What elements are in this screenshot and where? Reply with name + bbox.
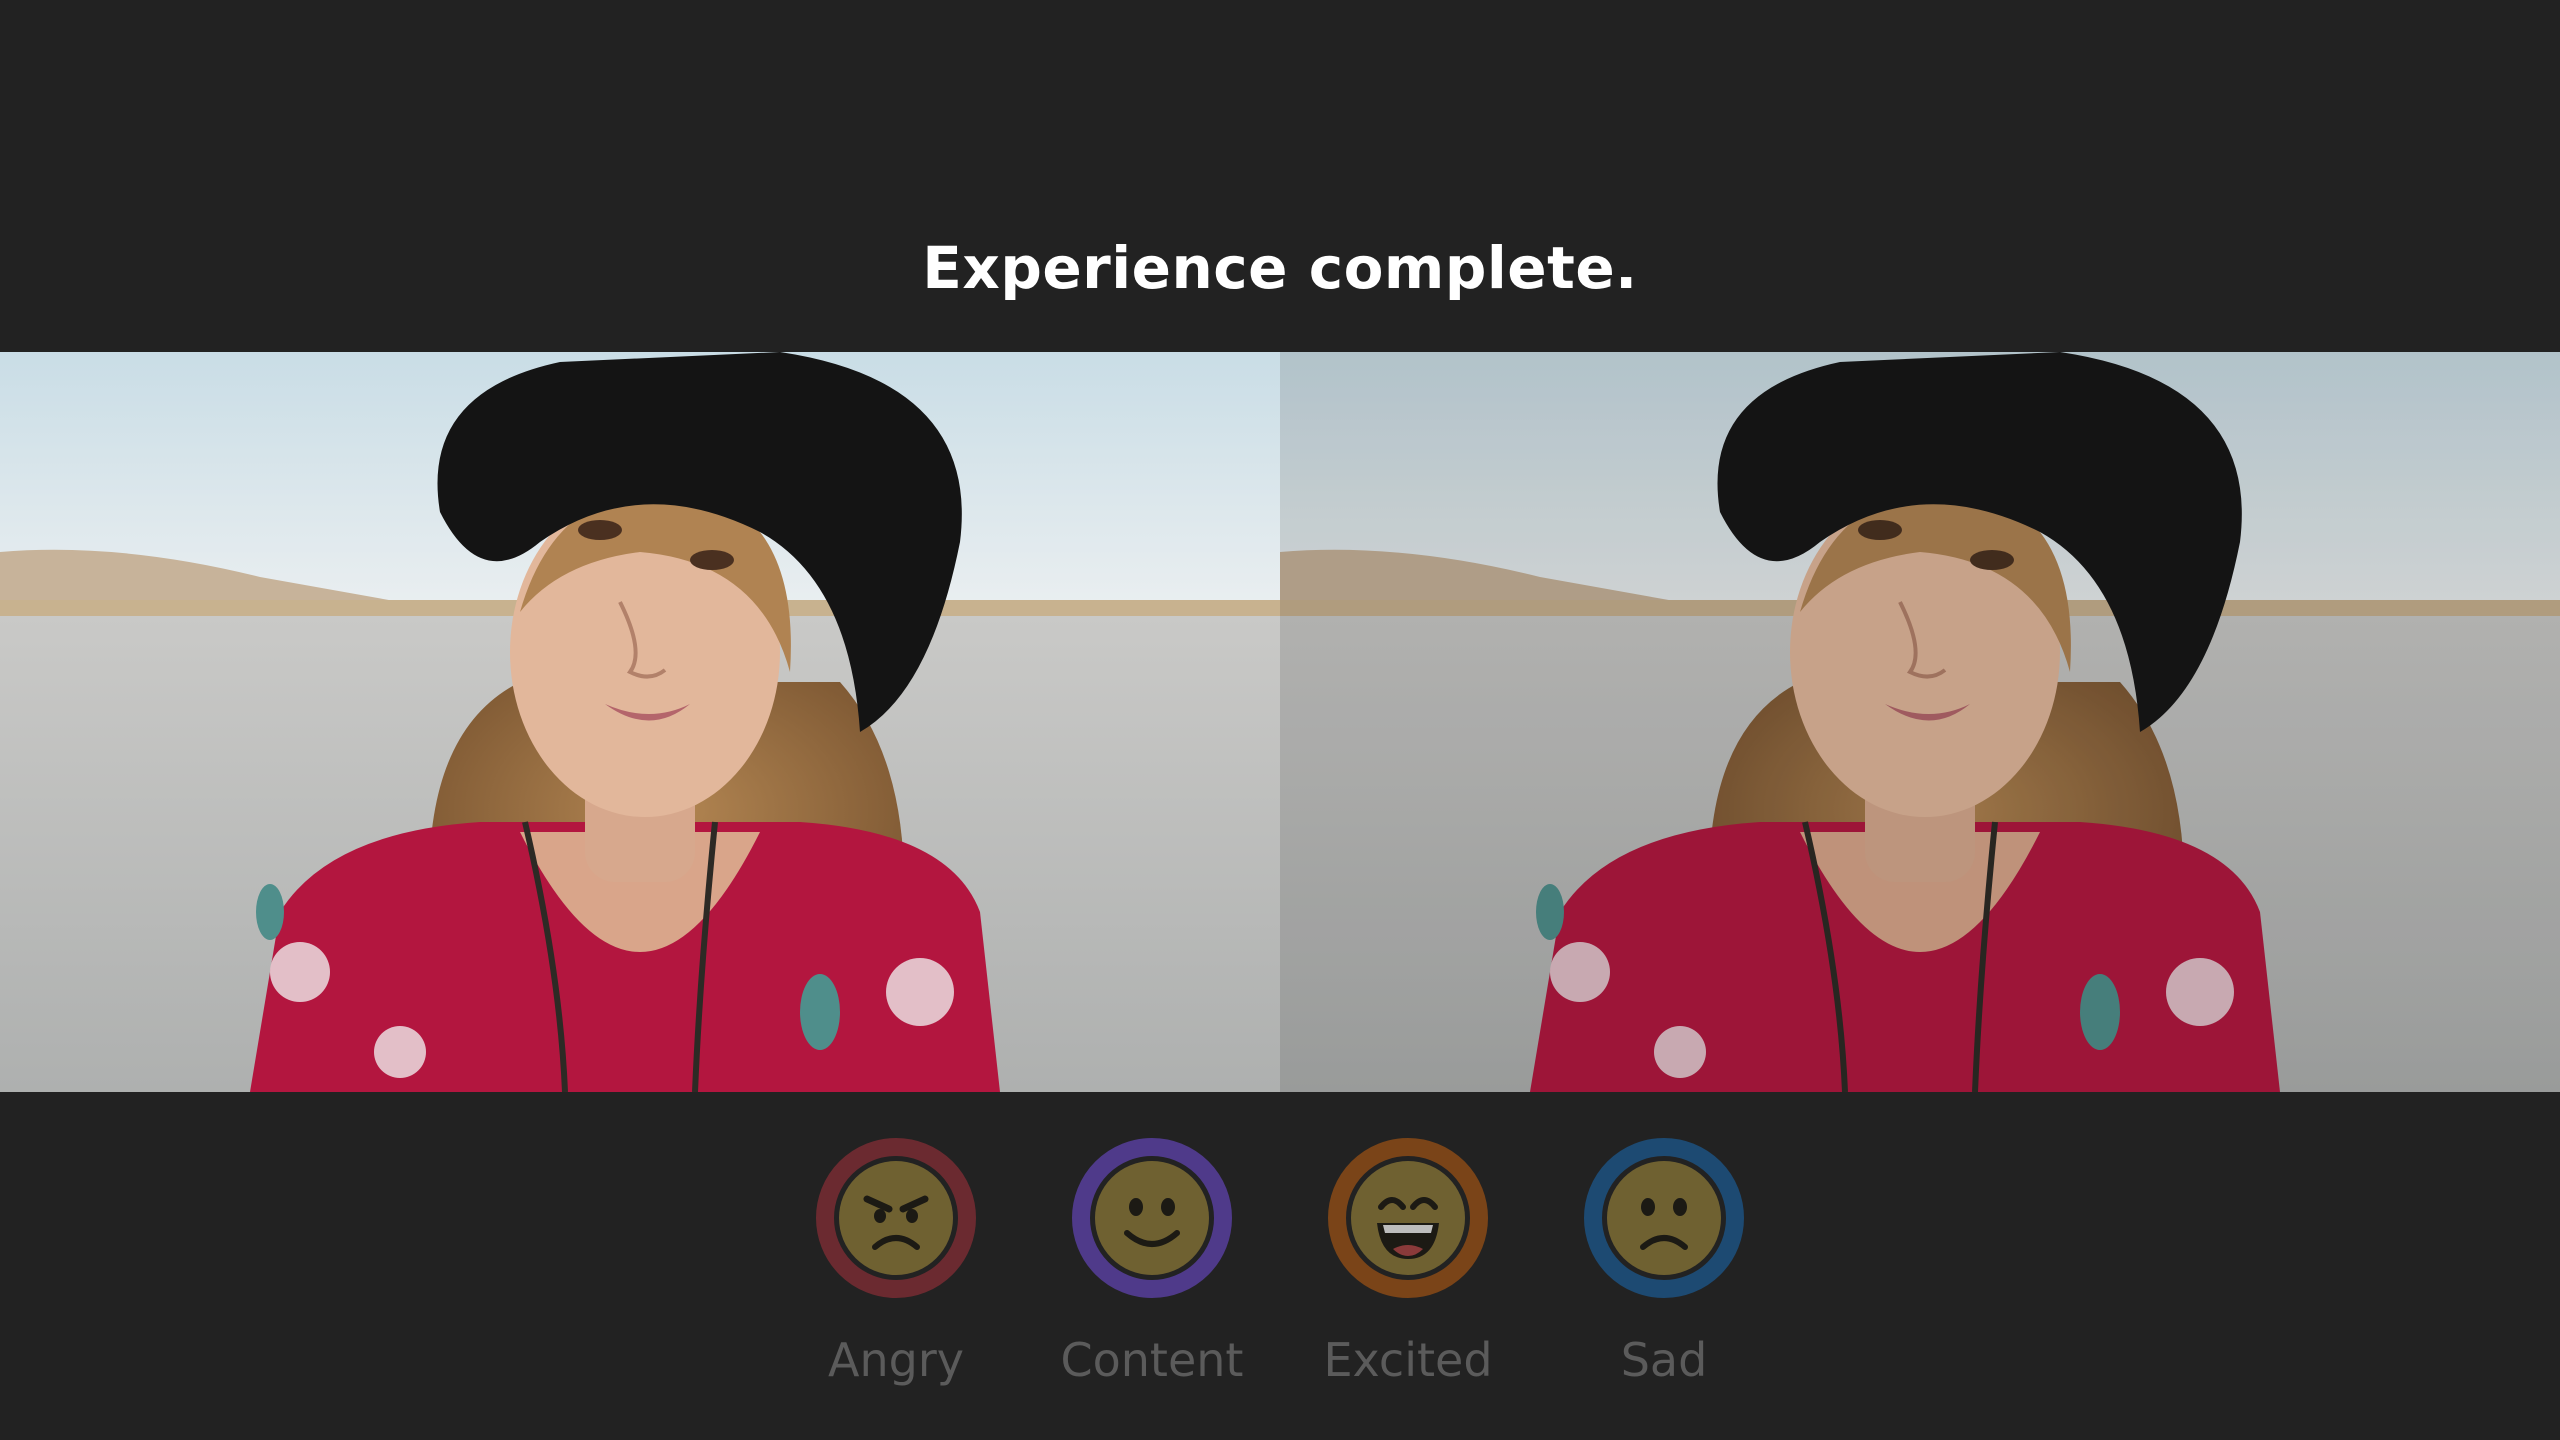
emotion-ring — [816, 1138, 976, 1298]
experience-complete-screen: Experience complete. Angry Content Excit… — [0, 0, 2560, 1440]
emotion-option-sad[interactable]: Sad — [1554, 1138, 1774, 1398]
portrait-filtered-image — [1280, 352, 2560, 1092]
sad-face-icon — [1607, 1161, 1721, 1275]
portrait-original-image — [0, 352, 1280, 1092]
emotion-ring — [1584, 1138, 1744, 1298]
smiling-face-icon — [1095, 1161, 1209, 1275]
grinning-face-icon — [1351, 1161, 1465, 1275]
photo-comparison — [0, 352, 2560, 1092]
emotion-ring — [1328, 1138, 1488, 1298]
emotion-label: Content — [1060, 1333, 1244, 1387]
emotion-label: Excited — [1323, 1333, 1493, 1387]
emotion-option-excited[interactable]: Excited — [1298, 1138, 1518, 1398]
angry-face-icon — [839, 1161, 953, 1275]
emotion-option-content[interactable]: Content — [1042, 1138, 1262, 1398]
emotion-label: Angry — [828, 1333, 964, 1387]
emotion-option-angry[interactable]: Angry — [786, 1138, 1006, 1398]
page-title: Experience complete. — [922, 234, 1638, 302]
emotion-selector: Angry Content Excited Sad — [0, 1138, 2560, 1398]
emotion-ring — [1072, 1138, 1232, 1298]
emotion-label: Sad — [1620, 1333, 1708, 1387]
